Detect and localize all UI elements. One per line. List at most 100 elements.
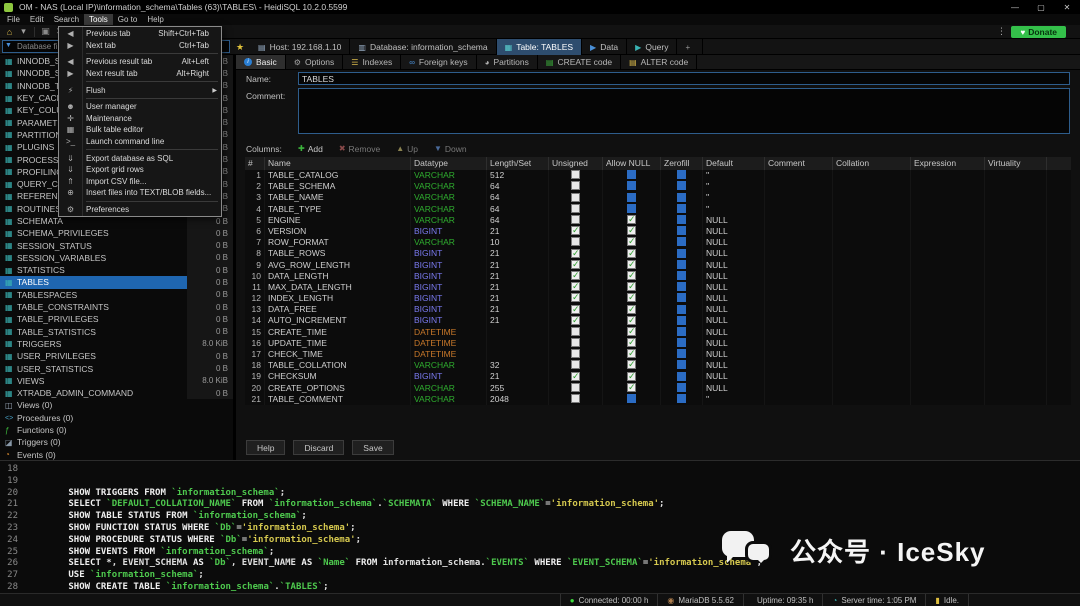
zerofill-checkbox[interactable]	[677, 338, 686, 347]
comment-cell[interactable]	[765, 293, 833, 304]
grid-row[interactable]: 16 UPDATE_TIME DATETIME NULL	[245, 338, 1071, 349]
collation-cell[interactable]	[833, 327, 911, 338]
column-header[interactable]: Virtuality	[985, 157, 1047, 170]
menubar-item[interactable]: Search	[49, 14, 84, 25]
tree-item[interactable]: TRIGGERS 8.0 KiB	[0, 338, 233, 350]
zerofill-checkbox[interactable]	[677, 271, 686, 280]
zerofill-checkbox[interactable]	[677, 327, 686, 336]
length-cell[interactable]: 64	[487, 181, 549, 192]
main-tab[interactable]: ▤ Host: 192.168.1.10	[250, 39, 350, 55]
table-name-input[interactable]	[298, 72, 1070, 85]
datatype-cell[interactable]: VARCHAR	[411, 170, 487, 181]
editor-tab[interactable]: ∞ Foreign keys	[401, 55, 476, 69]
allow-null-checkbox[interactable]	[627, 372, 636, 381]
unsigned-checkbox[interactable]	[571, 237, 580, 246]
grid-row[interactable]: 9 AVG_ROW_LENGTH BIGINT 21 NULL	[245, 260, 1071, 271]
collation-cell[interactable]	[833, 304, 911, 315]
length-cell[interactable]: 2048	[487, 394, 549, 405]
column-name-cell[interactable]: TABLE_SCHEMA	[265, 181, 411, 192]
comment-cell[interactable]	[765, 349, 833, 360]
length-cell[interactable]: 21	[487, 282, 549, 293]
tree-item[interactable]: VIEWS 8.0 KiB	[0, 375, 233, 387]
length-cell[interactable]: 64	[487, 204, 549, 215]
allow-null-checkbox[interactable]	[627, 271, 636, 280]
length-cell[interactable]	[487, 349, 549, 360]
session-dropdown-icon[interactable]: ▾	[17, 26, 30, 38]
default-cell[interactable]: ''	[703, 192, 765, 203]
close-button[interactable]: ✕	[1054, 0, 1080, 14]
unsigned-checkbox[interactable]	[571, 305, 580, 314]
zerofill-checkbox[interactable]	[677, 372, 686, 381]
grid-row[interactable]: 2 TABLE_SCHEMA VARCHAR 64 ''	[245, 181, 1071, 192]
datatype-cell[interactable]: BIGINT	[411, 226, 487, 237]
unsigned-checkbox[interactable]	[571, 215, 580, 224]
collation-cell[interactable]	[833, 192, 911, 203]
collation-cell[interactable]	[833, 204, 911, 215]
length-cell[interactable]: 21	[487, 226, 549, 237]
tools-menu-item[interactable]: ◀ Previous result tab Alt+Left	[59, 56, 221, 68]
expression-cell[interactable]	[911, 237, 985, 248]
unsigned-checkbox[interactable]	[571, 383, 580, 392]
tools-menu-item[interactable]: ▶ Next tab Ctrl+Tab	[59, 40, 221, 52]
grid-row[interactable]: 6 VERSION BIGINT 21 NULL	[245, 226, 1071, 237]
expression-cell[interactable]	[911, 181, 985, 192]
editor-button[interactable]: Save	[352, 440, 393, 455]
expression-cell[interactable]	[911, 338, 985, 349]
editor-tab[interactable]: ☰ Indexes	[343, 55, 401, 69]
allow-null-checkbox[interactable]	[627, 215, 636, 224]
datatype-cell[interactable]: VARCHAR	[411, 204, 487, 215]
column-name-cell[interactable]: TABLE_TYPE	[265, 204, 411, 215]
column-name-cell[interactable]: ROW_FORMAT	[265, 237, 411, 248]
zerofill-checkbox[interactable]	[677, 349, 686, 358]
column-name-cell[interactable]: CREATE_OPTIONS	[265, 383, 411, 394]
unsigned-checkbox[interactable]	[571, 360, 580, 369]
grid-row[interactable]: 1 TABLE_CATALOG VARCHAR 512 ''	[245, 170, 1071, 181]
allow-null-checkbox[interactable]	[627, 260, 636, 269]
column-name-cell[interactable]: DATA_LENGTH	[265, 271, 411, 282]
virtuality-cell[interactable]	[985, 282, 1047, 293]
default-cell[interactable]: NULL	[703, 293, 765, 304]
allow-null-checkbox[interactable]	[627, 293, 636, 302]
grid-row[interactable]: 19 CHECKSUM BIGINT 21 NULL	[245, 371, 1071, 382]
collation-cell[interactable]	[833, 293, 911, 304]
tree-item[interactable]: USER_STATISTICS 0 B	[0, 362, 233, 374]
unsigned-checkbox[interactable]	[571, 316, 580, 325]
comment-cell[interactable]	[765, 327, 833, 338]
zerofill-checkbox[interactable]	[677, 226, 686, 235]
zerofill-checkbox[interactable]	[677, 181, 686, 190]
datatype-cell[interactable]: VARCHAR	[411, 360, 487, 371]
expression-cell[interactable]	[911, 226, 985, 237]
allow-null-checkbox[interactable]	[627, 249, 636, 258]
tree-item[interactable]: SESSION_STATUS 0 B	[0, 239, 233, 251]
expression-cell[interactable]	[911, 215, 985, 226]
column-name-cell[interactable]: INDEX_LENGTH	[265, 293, 411, 304]
main-tab[interactable]: +	[677, 39, 703, 55]
datatype-cell[interactable]: BIGINT	[411, 304, 487, 315]
zerofill-checkbox[interactable]	[677, 170, 686, 179]
datatype-cell[interactable]: VARCHAR	[411, 192, 487, 203]
comment-cell[interactable]	[765, 204, 833, 215]
expression-cell[interactable]	[911, 293, 985, 304]
datatype-cell[interactable]: VARCHAR	[411, 394, 487, 405]
default-cell[interactable]: ''	[703, 181, 765, 192]
unsigned-checkbox[interactable]	[571, 282, 580, 291]
datatype-cell[interactable]: DATETIME	[411, 327, 487, 338]
unsigned-checkbox[interactable]	[571, 372, 580, 381]
menubar-item[interactable]: Edit	[25, 14, 49, 25]
comment-cell[interactable]	[765, 282, 833, 293]
datatype-cell[interactable]: BIGINT	[411, 248, 487, 259]
comment-cell[interactable]	[765, 271, 833, 282]
length-cell[interactable]: 64	[487, 215, 549, 226]
zerofill-checkbox[interactable]	[677, 237, 686, 246]
default-cell[interactable]: ''	[703, 394, 765, 405]
datatype-cell[interactable]: VARCHAR	[411, 383, 487, 394]
grid-row[interactable]: 13 DATA_FREE BIGINT 21 NULL	[245, 304, 1071, 315]
length-cell[interactable]: 21	[487, 271, 549, 282]
grid-row[interactable]: 14 AUTO_INCREMENT BIGINT 21 NULL	[245, 315, 1071, 326]
column-header[interactable]: Unsigned	[549, 157, 603, 170]
length-cell[interactable]: 21	[487, 248, 549, 259]
comment-cell[interactable]	[765, 192, 833, 203]
collation-cell[interactable]	[833, 383, 911, 394]
zerofill-checkbox[interactable]	[677, 204, 686, 213]
default-cell[interactable]: NULL	[703, 215, 765, 226]
